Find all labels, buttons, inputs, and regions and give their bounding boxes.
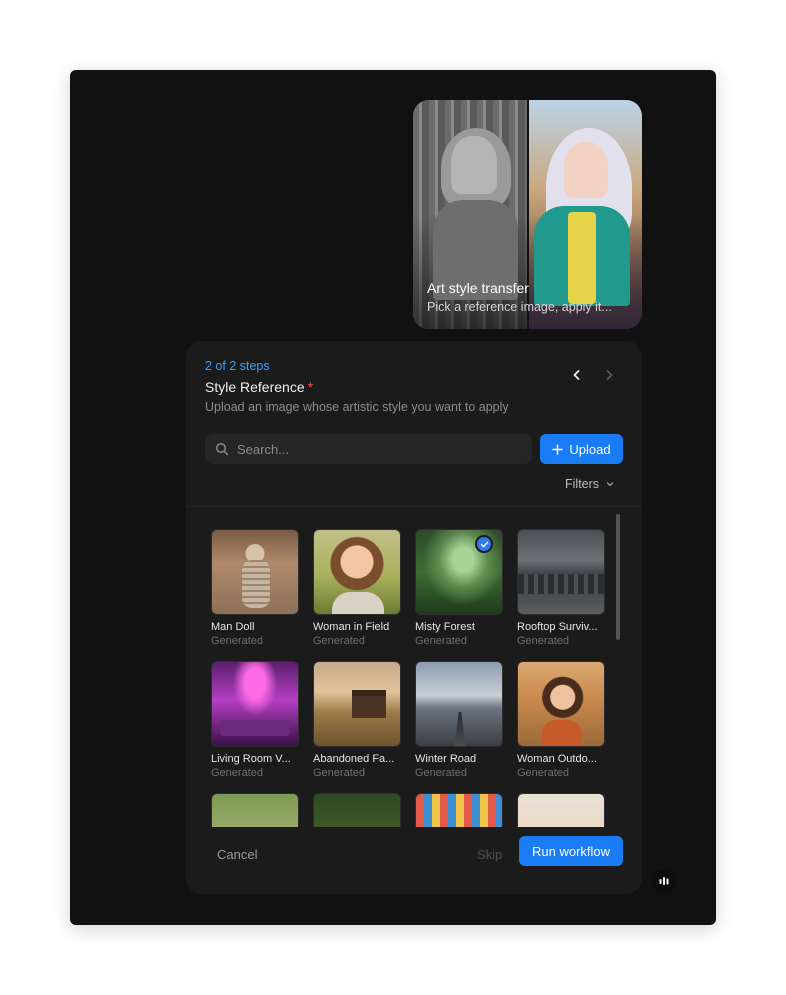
- gallery-item-source: Generated: [313, 767, 365, 779]
- gallery-item[interactable]: [211, 793, 299, 827]
- upload-label: Upload: [569, 441, 611, 457]
- thumbnail-partial: [313, 793, 401, 827]
- gallery-item[interactable]: Woman in Field Generated: [313, 529, 401, 647]
- gallery-scroll-area: Man Doll Generated Woman in Field Genera…: [186, 507, 642, 827]
- thumbnail-winter-road: [415, 661, 503, 747]
- chevron-left-icon: [573, 370, 580, 380]
- gallery-item[interactable]: Man Doll Generated: [211, 529, 299, 647]
- step-panel: 2 of 2 steps Style Reference * Upload an …: [186, 341, 642, 894]
- plus-icon: [552, 443, 564, 455]
- step-description: Upload an image whose artistic style you…: [205, 400, 509, 414]
- gallery-item-name: Woman Outdo...: [517, 753, 597, 765]
- gallery-item[interactable]: Woman Outdo... Generated: [517, 661, 605, 779]
- thumbnail-living-room: [211, 661, 299, 747]
- thumbnail-partial: [211, 793, 299, 827]
- selected-badge: [475, 535, 493, 553]
- thumbnail-partial: [517, 793, 605, 827]
- gallery-item[interactable]: Living Room V... Generated: [211, 661, 299, 779]
- thumbnail-woman-in-field: [313, 529, 401, 615]
- gallery-item-source: Generated: [517, 635, 569, 647]
- gallery-item-name: Rooftop Surviv...: [517, 621, 598, 633]
- cancel-button[interactable]: Cancel: [217, 847, 257, 862]
- skip-button[interactable]: Skip: [477, 847, 502, 862]
- run-workflow-button[interactable]: Run workflow: [519, 836, 623, 866]
- thumbnail-partial: [415, 793, 503, 827]
- gallery-item-name: Abandoned Fa...: [313, 753, 395, 765]
- filters-dropdown[interactable]: Filters: [565, 477, 615, 491]
- gallery-item-source: Generated: [211, 635, 263, 647]
- gallery-item-name: Winter Road: [415, 753, 477, 765]
- search-icon: [215, 442, 229, 456]
- app-frame: Art style transfer Pick a reference imag…: [70, 70, 716, 925]
- upload-button[interactable]: Upload: [540, 434, 623, 464]
- workflow-preview-card[interactable]: Art style transfer Pick a reference imag…: [413, 100, 642, 329]
- chevron-right-icon: [606, 370, 613, 380]
- check-icon: [480, 541, 488, 547]
- preview-caption: Art style transfer Pick a reference imag…: [427, 279, 630, 315]
- chevron-down-icon: [606, 482, 614, 487]
- audio-bars-icon: [659, 877, 669, 885]
- previous-step-button[interactable]: [567, 365, 587, 385]
- required-marker: *: [307, 379, 314, 395]
- gallery-item-name: Living Room V...: [211, 753, 291, 765]
- step-counter: 2 of 2 steps: [205, 359, 270, 373]
- thumbnail-man-doll: [211, 529, 299, 615]
- next-step-button[interactable]: [599, 365, 619, 385]
- gallery-item-source: Generated: [517, 767, 569, 779]
- gallery-item[interactable]: [517, 793, 605, 827]
- gallery-scrollbar[interactable]: [616, 514, 620, 640]
- workflow-title: Art style transfer: [427, 280, 529, 296]
- thumbnail-abandoned-farm: [313, 661, 401, 747]
- gallery-grid: Man Doll Generated Woman in Field Genera…: [211, 529, 605, 827]
- step-title-text: Style Reference: [205, 379, 305, 395]
- gallery-item[interactable]: Rooftop Surviv... Generated: [517, 529, 605, 647]
- gallery-item-source: Generated: [211, 767, 263, 779]
- gallery-item-source: Generated: [415, 635, 467, 647]
- assistant-button[interactable]: [652, 869, 676, 893]
- workflow-subtitle: Pick a reference image, apply it...: [427, 300, 612, 314]
- thumbnail-woman-outdoors: [517, 661, 605, 747]
- gallery-item-name: Man Doll: [211, 621, 255, 633]
- search-box: [205, 434, 532, 464]
- filters-label: Filters: [565, 477, 600, 491]
- search-input[interactable]: [237, 441, 517, 457]
- gallery-item[interactable]: Winter Road Generated: [415, 661, 503, 779]
- gallery-item-name: Misty Forest: [415, 621, 475, 633]
- gallery-item[interactable]: [415, 793, 503, 827]
- thumbnail-rooftop: [517, 529, 605, 615]
- gallery-item[interactable]: [313, 793, 401, 827]
- gallery-item-source: Generated: [415, 767, 467, 779]
- gallery-item-name: Woman in Field: [313, 621, 390, 633]
- panel-footer: Cancel Skip Run workflow: [186, 827, 642, 894]
- gallery-item-source: Generated: [313, 635, 365, 647]
- step-title: Style Reference *: [205, 379, 313, 395]
- gallery-item[interactable]: Abandoned Fa... Generated: [313, 661, 401, 779]
